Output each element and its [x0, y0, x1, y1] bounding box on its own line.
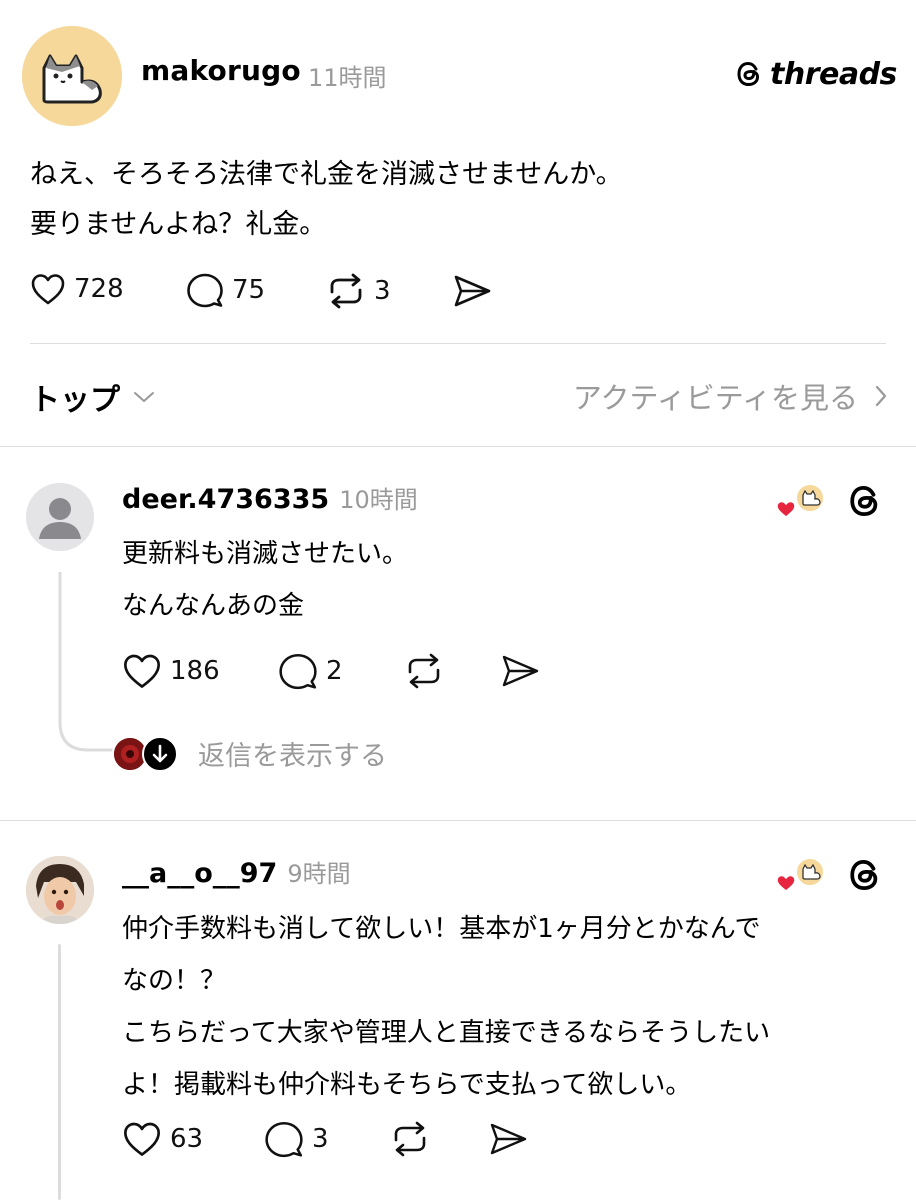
threads-reply-icon[interactable] [846, 855, 886, 899]
reply-count: 2 [326, 656, 343, 686]
reply-button[interactable]: 3 [264, 1120, 329, 1158]
send-icon [454, 275, 491, 307]
repost-icon [394, 1121, 426, 1157]
reply-text: 更新料も消滅させたい。 なんなんあの金 [122, 528, 408, 632]
like-button[interactable]: 728 [30, 272, 124, 306]
reply-text: 仲介手数料も消して欲しい！基本が1ヶ月分とかなんで なの！？ こちらだって大家や… [122, 903, 770, 1111]
reply-header: __a__o__97 9時間 [122, 854, 351, 889]
post-timestamp: 11時間 [308, 64, 387, 92]
reply-button[interactable]: 75 [186, 272, 265, 308]
repost-button[interactable]: 3 [326, 272, 391, 310]
share-button[interactable] [452, 272, 492, 310]
reply-timestamp: 10時間 [339, 486, 418, 514]
reply-text-line: よ！掲載料も仲介料もそちらで支払って欲しい。 [122, 1070, 692, 1100]
post-divider [30, 343, 886, 344]
view-activity-label: アクティビティを見る [572, 381, 858, 415]
liked-by-author-badge [776, 855, 826, 895]
view-activity-link[interactable]: アクティビティを見る [573, 375, 888, 417]
liked-by-author-badge [776, 481, 826, 521]
repost-button[interactable] [404, 652, 444, 690]
post-text-line: 要りませんよね？礼金。 [30, 209, 327, 240]
reply-bubble-icon [265, 1121, 303, 1158]
show-replies-label: 返信を表示する [198, 741, 387, 772]
like-count: 728 [74, 274, 124, 304]
reply-header: deer.4736335 10時間 [122, 480, 418, 515]
sort-dropdown[interactable]: トップ [30, 375, 156, 419]
repost-icon [408, 653, 440, 689]
heart-icon [124, 654, 161, 688]
post-text-line: ねえ、そろそろ法律で礼金を消滅させませんか。 [30, 159, 623, 190]
repost-icon [330, 273, 362, 309]
threads-logo-icon [850, 485, 878, 517]
cat-avatar-icon [22, 26, 122, 126]
thread-connector [58, 944, 61, 1200]
reply-username[interactable]: __a__o__97 [122, 858, 277, 889]
reply-text-line: 更新料も消滅させたい。 [122, 539, 409, 569]
section-divider [0, 820, 916, 821]
share-button[interactable] [500, 652, 540, 690]
threads-wordmark: threads [770, 56, 897, 92]
threads-logo-icon [737, 61, 760, 87]
reply-text-line: 仲介手数料も消して欲しい！基本が1ヶ月分とかなんで [122, 914, 761, 944]
reply-text-line: なの！？ [122, 966, 227, 996]
threads-brand[interactable]: threads [734, 56, 897, 92]
reply-count: 75 [232, 275, 266, 305]
repost-button[interactable] [390, 1120, 430, 1158]
like-count: 63 [170, 1124, 204, 1154]
reply-avatar[interactable] [26, 483, 94, 551]
user-photo-avatar [26, 856, 94, 924]
arrow-down-icon [152, 744, 168, 762]
reply-count: 3 [312, 1124, 329, 1154]
reply-avatar[interactable] [26, 856, 94, 924]
heart-icon [124, 1122, 161, 1156]
show-replies-row[interactable]: 返信を表示する [112, 734, 387, 773]
send-icon [490, 1123, 527, 1155]
sort-label: トップ [30, 383, 120, 418]
reply-bubble-icon [187, 273, 223, 308]
chevron-down-icon [134, 392, 154, 402]
threads-reply-icon[interactable] [846, 481, 886, 525]
threads-logo-icon [850, 859, 878, 891]
reply-timestamp: 9時間 [287, 860, 351, 888]
reply-button[interactable]: 2 [278, 652, 343, 690]
repost-count: 3 [374, 276, 391, 306]
expand-replies-icon [142, 735, 178, 772]
author-username[interactable]: makorugo [141, 54, 301, 87]
like-button[interactable]: 63 [122, 1120, 203, 1158]
default-user-icon [26, 483, 94, 551]
send-icon [502, 655, 539, 687]
section-divider [0, 446, 916, 447]
post-text: ねえ、そろそろ法律で礼金を消滅させませんか。 要りませんよね？礼金。 [30, 150, 623, 250]
share-button[interactable] [488, 1120, 528, 1158]
reply-bubble-icon [279, 653, 317, 690]
heart-icon [31, 274, 65, 305]
reply-text-line: なんなんあの金 [122, 591, 305, 621]
reply-text-line: こちらだって大家や管理人と直接できるならそうしたい [122, 1018, 771, 1048]
reply-username[interactable]: deer.4736335 [122, 484, 329, 515]
author-avatar[interactable] [22, 26, 122, 126]
like-count: 186 [170, 656, 220, 686]
chevron-right-icon [875, 385, 887, 407]
like-button[interactable]: 186 [122, 652, 220, 690]
